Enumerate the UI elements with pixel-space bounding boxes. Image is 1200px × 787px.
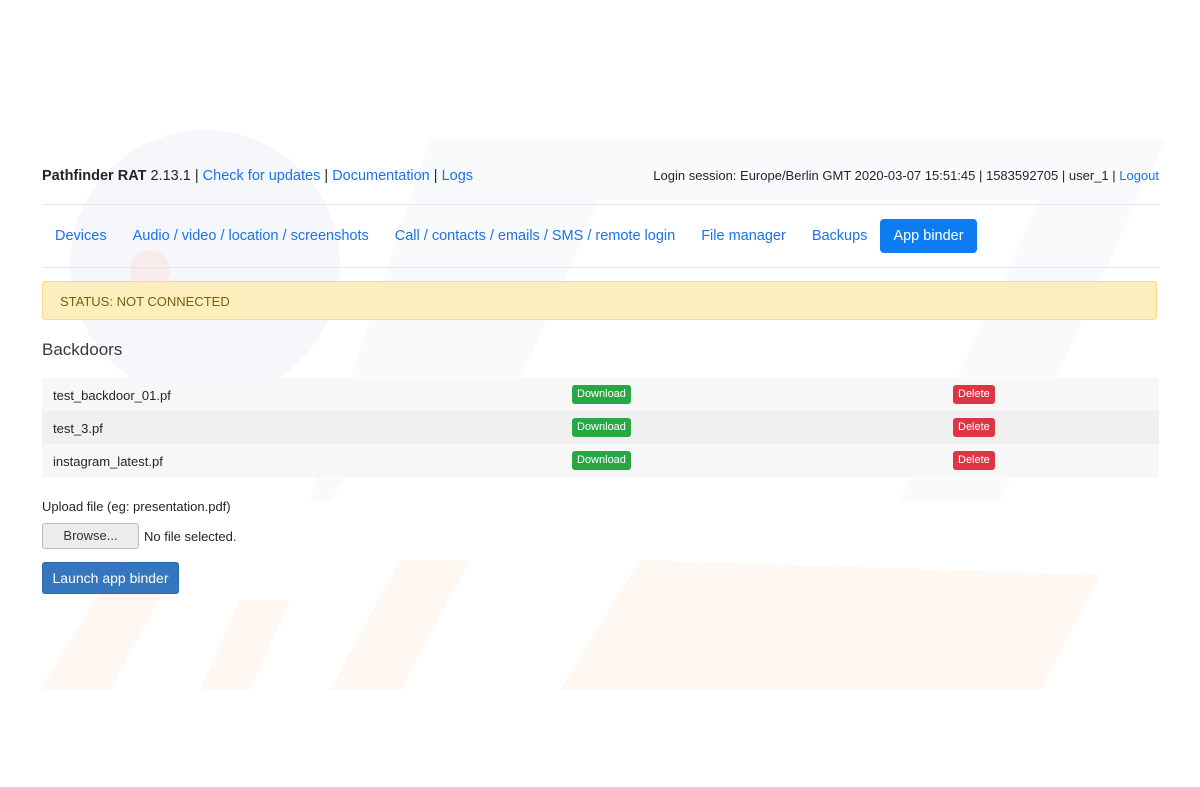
- browse-button[interactable]: Browse...: [42, 523, 139, 549]
- delete-button[interactable]: Delete: [953, 451, 995, 470]
- delete-button[interactable]: Delete: [953, 385, 995, 404]
- tab-devices[interactable]: Devices: [42, 219, 120, 253]
- file-name: test_backdoor_01.pf: [53, 388, 171, 403]
- table-row: test_3.pf Download Delete: [42, 411, 1159, 444]
- brand-line: Pathfinder RAT 2.13.1 | Check for update…: [42, 168, 473, 184]
- launch-app-binder-button[interactable]: Launch app binder: [42, 562, 179, 594]
- session-text: Login session: Europe/Berlin GMT 2020-03…: [653, 168, 1116, 183]
- logout-link[interactable]: Logout: [1119, 168, 1159, 183]
- documentation-link[interactable]: Documentation: [332, 168, 430, 184]
- upload-label: Upload file (eg: presentation.pdf): [42, 499, 231, 514]
- tab-file-manager[interactable]: File manager: [688, 219, 799, 253]
- top-bar: Pathfinder RAT 2.13.1 | Check for update…: [42, 166, 1159, 188]
- table-row: test_backdoor_01.pf Download Delete: [42, 378, 1159, 411]
- session-info: Login session: Europe/Berlin GMT 2020-03…: [653, 168, 1159, 183]
- check-updates-link[interactable]: Check for updates: [203, 168, 321, 184]
- download-button[interactable]: Download: [572, 418, 631, 437]
- table-row: instagram_latest.pf Download Delete: [42, 444, 1159, 477]
- separator: |: [194, 168, 199, 184]
- tab-call-contacts[interactable]: Call / contacts / emails / SMS / remote …: [382, 219, 688, 253]
- divider: [42, 204, 1159, 205]
- divider: [42, 267, 1159, 268]
- app-name: Pathfinder RAT: [42, 168, 147, 184]
- separator: |: [433, 168, 438, 184]
- file-name: instagram_latest.pf: [53, 454, 163, 469]
- status-alert: STATUS: NOT CONNECTED: [42, 281, 1157, 320]
- separator: |: [324, 168, 329, 184]
- tab-backups[interactable]: Backups: [799, 219, 881, 253]
- no-file-text: No file selected.: [144, 529, 237, 544]
- tab-app-binder[interactable]: App binder: [880, 219, 977, 253]
- app-version: 2.13.1: [150, 168, 191, 184]
- backdoors-table: test_backdoor_01.pf Download Delete test…: [42, 378, 1159, 477]
- logs-link[interactable]: Logs: [442, 168, 473, 184]
- delete-button[interactable]: Delete: [953, 418, 995, 437]
- download-button[interactable]: Download: [572, 385, 631, 404]
- file-name: test_3.pf: [53, 421, 103, 436]
- section-title: Backdoors: [42, 340, 123, 359]
- download-button[interactable]: Download: [572, 451, 631, 470]
- nav-tabs: Devices Audio / video / location / scree…: [42, 219, 977, 253]
- tab-audio-video[interactable]: Audio / video / location / screenshots: [120, 219, 382, 253]
